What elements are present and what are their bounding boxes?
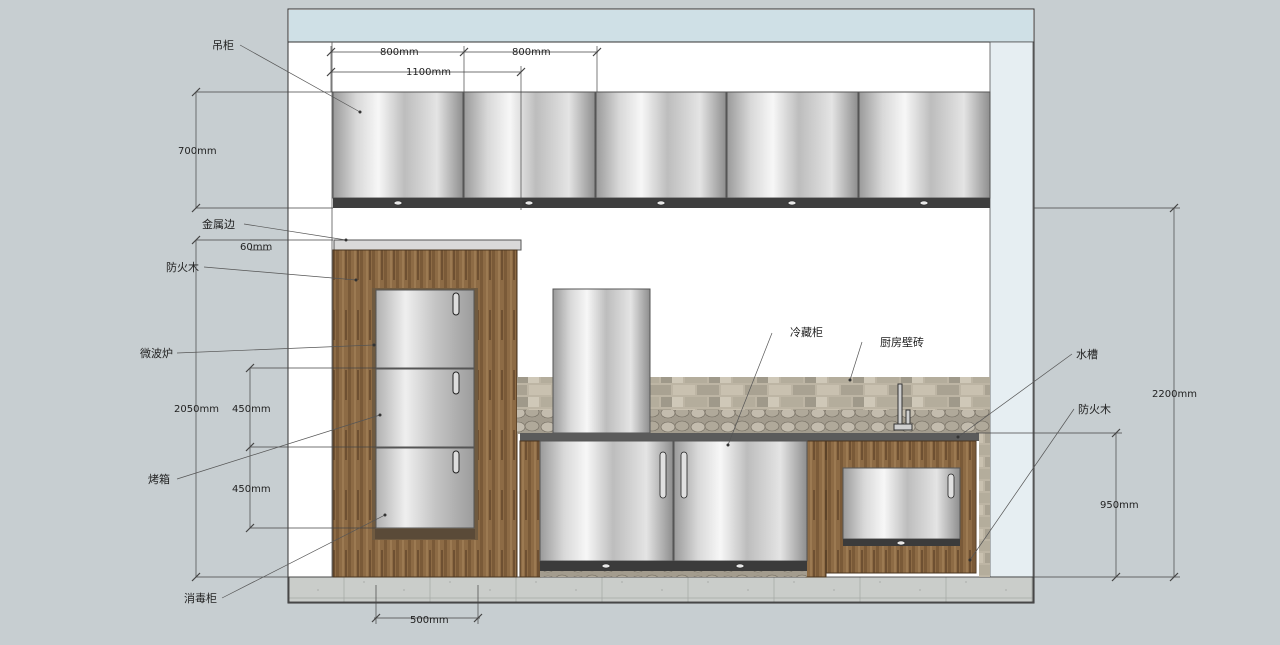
countertop (520, 433, 979, 441)
right-wall (989, 41, 1034, 578)
label-refrigerator: 冷藏柜 (790, 326, 823, 339)
dim-disinfection-height: 450mm (232, 484, 271, 495)
label-kitchen-tile: 厨房壁砖 (880, 335, 924, 349)
dim-wall-cabinet-height: 700mm (178, 146, 217, 157)
ceiling (289, 10, 1033, 42)
dim-tall-cabinet-width: 500mm (410, 615, 449, 626)
dim-oven-height: 450mm (232, 404, 271, 415)
dim-wall-cabinet-width-b: 800mm (512, 47, 551, 58)
label-disinfection-cabinet: 消毒柜 (184, 591, 217, 605)
range-hood (552, 288, 651, 434)
label-fireproof-wood-left: 防火木 (166, 260, 199, 274)
label-metal-edge: 金属边 (202, 217, 235, 231)
metal-edge (333, 239, 522, 251)
kitchen-elevation-drawing: 吊柜 金属边 防火木 微波炉 烤箱 消毒柜 冷藏柜 厨房壁砖 水槽 防火木 80… (140, 8, 1197, 626)
dim-wall-cabinet-overall: 1100mm (406, 67, 451, 78)
dim-wall-cabinet-width-a: 800mm (380, 47, 419, 58)
label-fireproof-wood-right: 防火木 (1078, 402, 1111, 416)
label-sink: 水槽 (1076, 348, 1098, 361)
dim-metal-edge: 60mm (240, 242, 272, 253)
dim-tall-cabinet-height: 2050mm (174, 404, 219, 415)
wall-cabinets (332, 91, 991, 208)
dim-counter-height: 950mm (1100, 500, 1139, 511)
refrigerator (539, 440, 808, 577)
label-oven: 烤箱 (148, 472, 170, 486)
sink-cabinet-appliance (842, 467, 961, 546)
label-microwave: 微波炉 (140, 346, 173, 360)
dim-total-height: 2200mm (1152, 389, 1197, 400)
label-wall-cabinet: 吊柜 (212, 39, 234, 52)
floor (288, 576, 1034, 603)
